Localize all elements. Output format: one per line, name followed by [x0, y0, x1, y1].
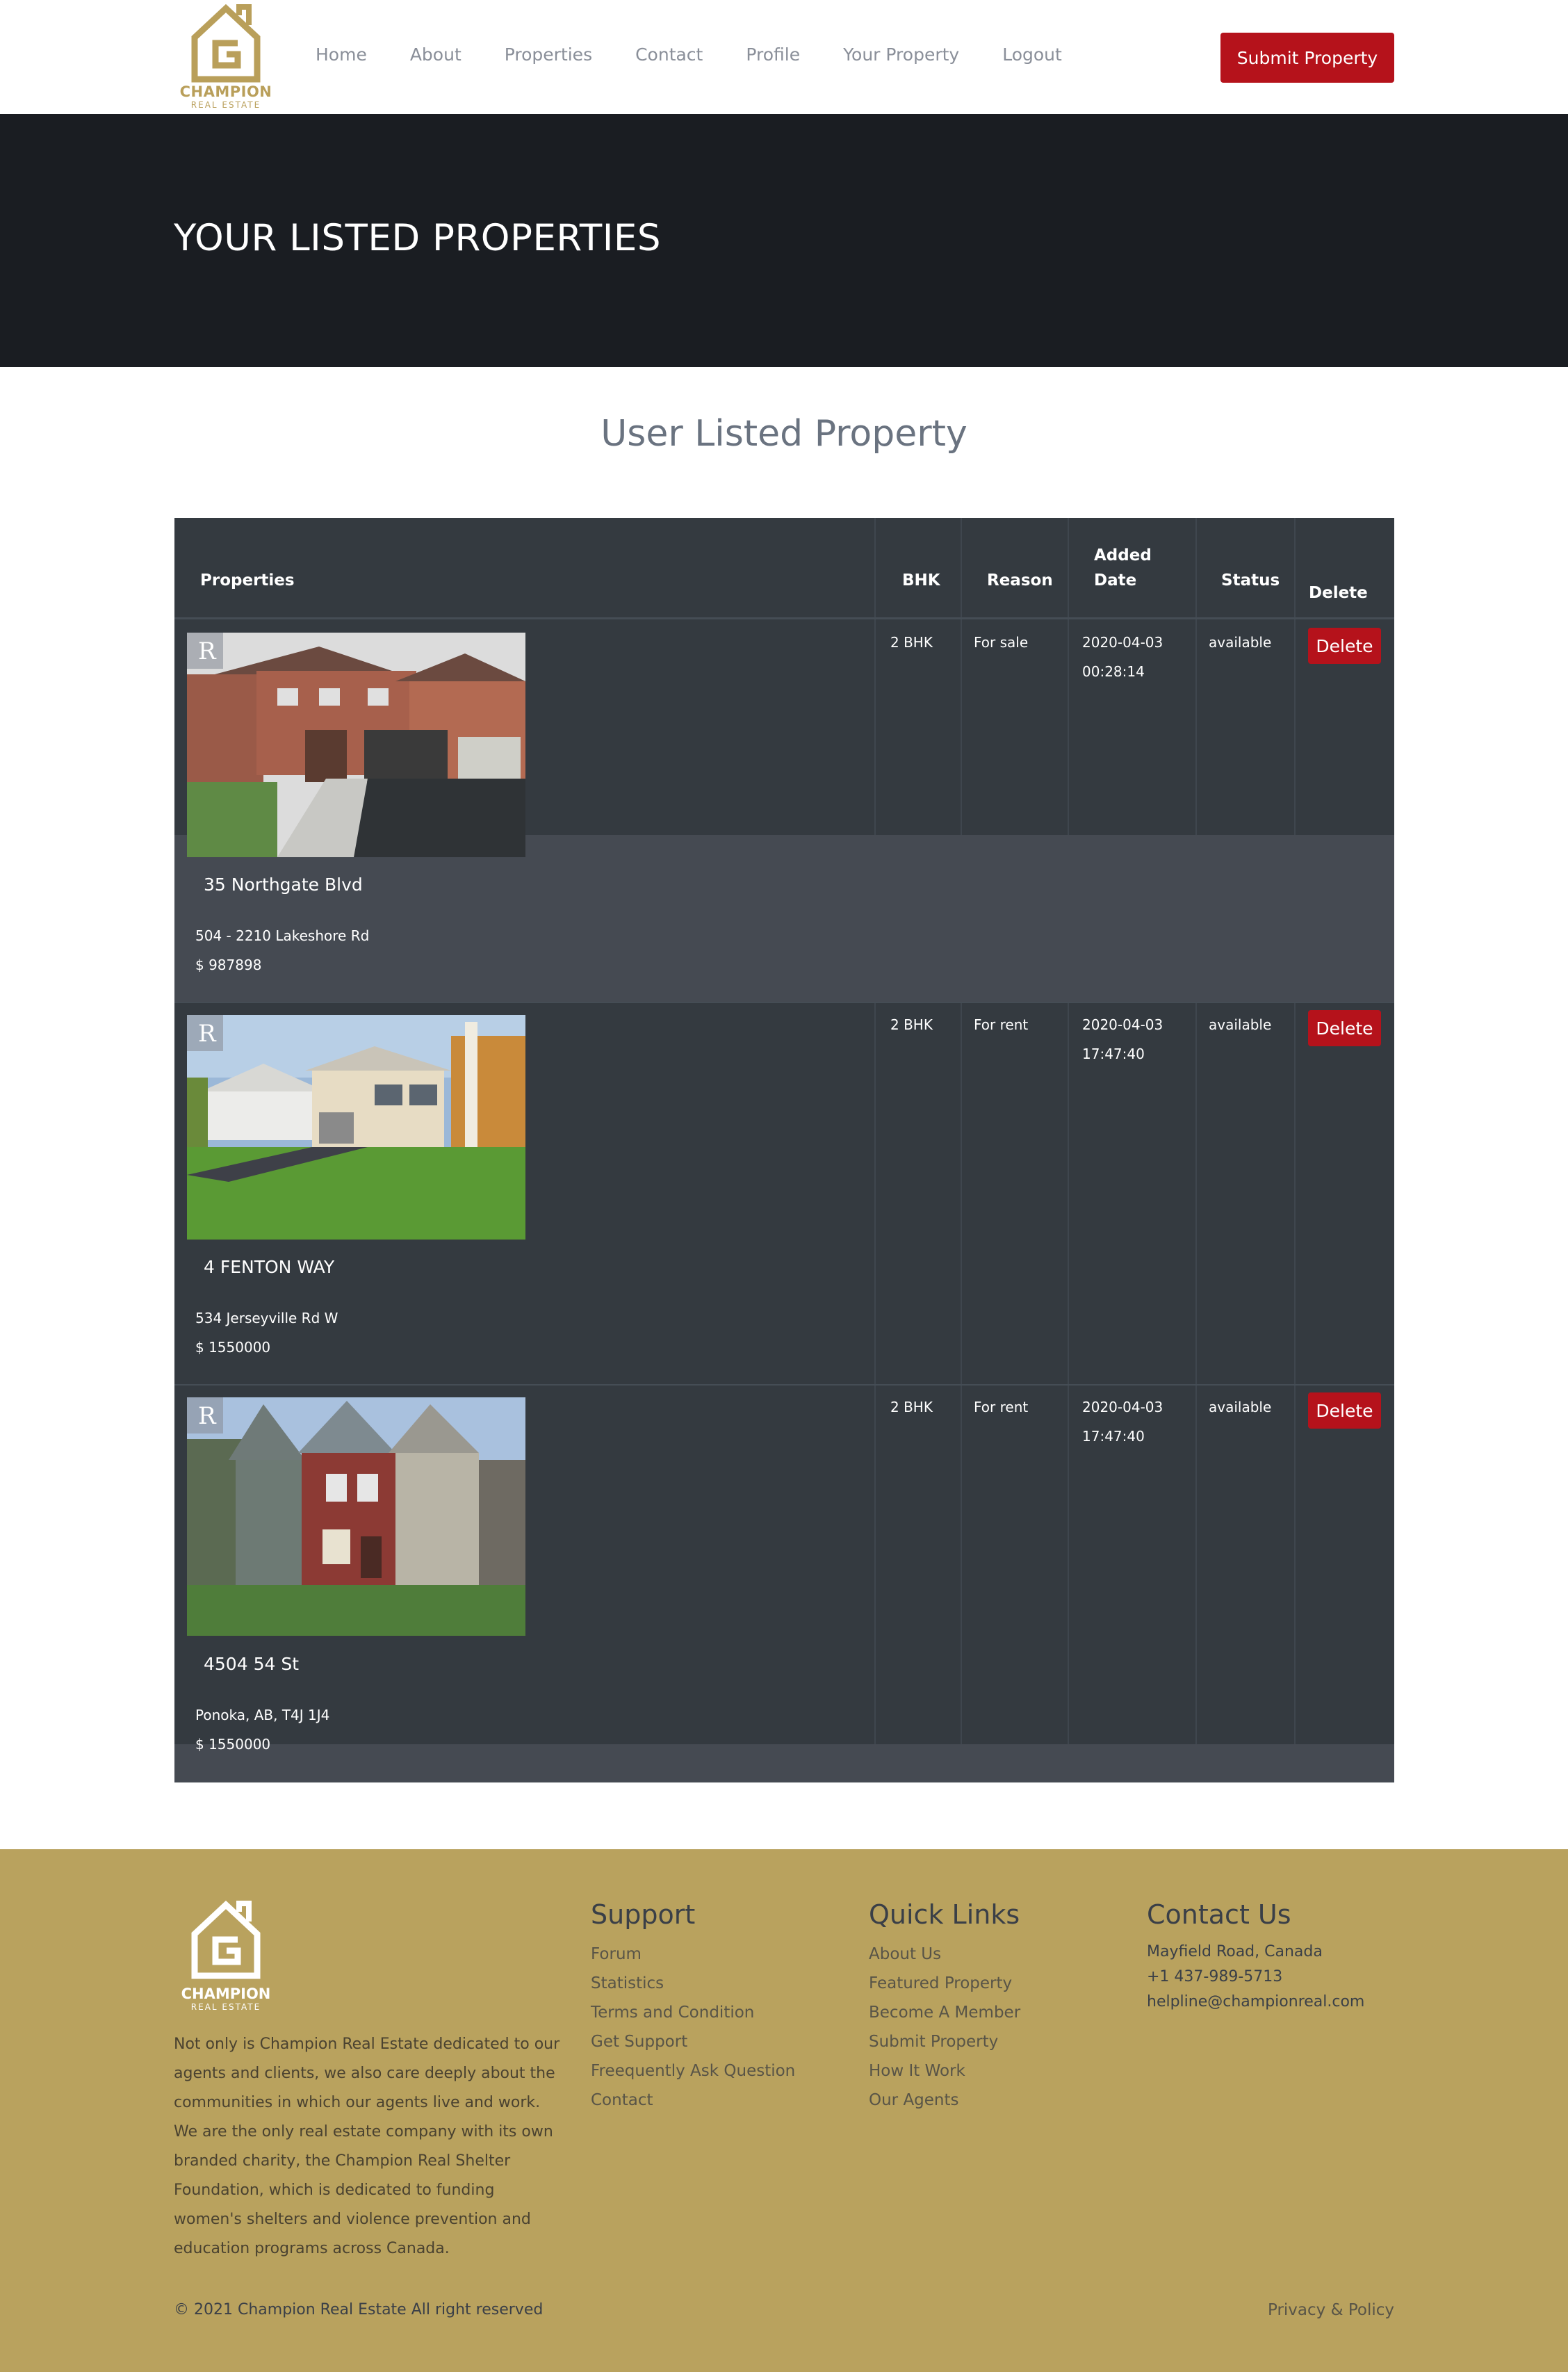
footer-link-faq[interactable]: Freequently Ask Question [591, 2056, 795, 2086]
navbar: CHAMPION REAL ESTATE Home About Properti… [0, 0, 1568, 114]
row-stripe [174, 1744, 1394, 1782]
hero-banner: YOUR LISTED PROPERTIES [0, 114, 1568, 367]
footer-contact-title: Contact Us [1147, 1899, 1291, 1930]
nav-home[interactable]: Home [316, 44, 367, 65]
header-reason: Reason [987, 571, 1053, 590]
property-photo[interactable]: R [187, 633, 525, 857]
property-time: 17:47:40 [1082, 1428, 1145, 1445]
table-header: Properties BHK Reason Added Date Status … [174, 518, 1394, 619]
brand-name: CHAMPION [179, 83, 272, 100]
footer-brand-subtitle: REAL ESTATE [190, 2002, 261, 2012]
page-title: YOUR LISTED PROPERTIES [174, 217, 662, 259]
property-address: 504 - 2210 Lakeshore Rd [195, 927, 370, 944]
table-row: R 4 FENTON WAY 534 Jerseyville Rd W $ 15… [174, 1002, 1394, 1384]
property-address: 534 Jerseyville Rd W [195, 1310, 338, 1326]
brand-logo[interactable]: CHAMPION REAL ESTATE [179, 3, 272, 111]
footer-link-agents[interactable]: Our Agents [869, 2086, 1020, 2115]
nav-logout[interactable]: Logout [1002, 44, 1062, 65]
property-photo[interactable]: R [187, 1397, 525, 1636]
footer-support: Support Forum Statistics Terms and Condi… [591, 1899, 795, 2115]
nav-contact[interactable]: Contact [635, 44, 703, 65]
property-price: $ 987898 [195, 957, 262, 973]
svg-text:R: R [198, 1020, 217, 1048]
nav-profile[interactable]: Profile [746, 44, 800, 65]
property-address: Ponoka, AB, T4J 1J4 [195, 1707, 330, 1723]
footer-quick-title: Quick Links [869, 1899, 1020, 1930]
property-status: available [1209, 634, 1272, 651]
header-bhk: BHK [902, 571, 940, 590]
footer-logo[interactable]: CHAMPION REAL ESTATE [179, 1899, 272, 2012]
property-name[interactable]: 35 Northgate Blvd [204, 875, 363, 895]
delete-button[interactable]: Delete [1308, 1392, 1381, 1429]
house-logo-icon [191, 1900, 261, 1979]
header-date: Date [1094, 571, 1137, 590]
footer-link-about-us[interactable]: About Us [869, 1940, 1020, 1969]
header-delete: Delete [1309, 584, 1368, 602]
house-logo-icon [191, 3, 261, 83]
footer-link-featured[interactable]: Featured Property [869, 1969, 1020, 1998]
footer-link-how[interactable]: How It Work [869, 2056, 1020, 2086]
footer-email[interactable]: helpline@championreal.com [1147, 1990, 1364, 2015]
footer-contact: Contact Us Mayfield Road, Canada +1 437-… [1147, 1899, 1364, 2015]
footer-link-statistics[interactable]: Statistics [591, 1969, 795, 1998]
footer-support-title: Support [591, 1899, 696, 1930]
footer-link-submit[interactable]: Submit Property [869, 2027, 1020, 2056]
footer-link-member[interactable]: Become A Member [869, 1998, 1020, 2027]
nav-your-property[interactable]: Your Property [843, 44, 959, 65]
property-photo[interactable]: R [187, 1015, 525, 1240]
copyright: © 2021 Champion Real Estate All right re… [174, 2301, 544, 2318]
svg-text:R: R [198, 637, 217, 665]
footer: CHAMPION REAL ESTATE Not only is Champio… [0, 1849, 1568, 2372]
nav-properties[interactable]: Properties [505, 44, 592, 65]
property-date: 2020-04-03 [1082, 634, 1163, 651]
property-price: $ 1550000 [195, 1339, 271, 1356]
property-name[interactable]: 4 FENTON WAY [204, 1257, 334, 1277]
delete-button[interactable]: Delete [1308, 1010, 1381, 1046]
table-row: R 35 Northgate Blvd 504 - 2210 Lakeshore… [174, 619, 1394, 1002]
property-reason: For rent [974, 1016, 1029, 1033]
property-status: available [1209, 1399, 1272, 1415]
nav-about[interactable]: About [410, 44, 462, 65]
property-time: 00:28:14 [1082, 663, 1145, 680]
footer-link-get-support[interactable]: Get Support [591, 2027, 795, 2056]
footer-phone[interactable]: +1 437-989-5713 [1147, 1965, 1364, 1990]
property-bhk: 2 BHK [890, 1016, 933, 1033]
table-row: R 4504 54 St Ponoka, AB, T4J 1J4 $ 15500… [174, 1384, 1394, 1782]
row-stripe [174, 835, 1394, 1002]
footer-about-text: Not only is Champion Real Estate dedicat… [174, 2036, 560, 2257]
footer-brand-name: CHAMPION [181, 1985, 271, 2002]
header-added: Added [1094, 546, 1152, 564]
privacy-policy-link[interactable]: Privacy & Policy [1268, 2301, 1394, 2319]
section-title: User Listed Property [601, 413, 967, 455]
footer-link-contact[interactable]: Contact [591, 2086, 795, 2115]
property-reason: For sale [974, 634, 1029, 651]
footer-quick-links: Quick Links About Us Featured Property B… [869, 1899, 1020, 2115]
property-price: $ 1550000 [195, 1736, 271, 1753]
footer-address: Mayfield Road, Canada [1147, 1943, 1323, 1960]
property-status: available [1209, 1016, 1272, 1033]
property-bhk: 2 BHK [890, 1399, 933, 1415]
property-time: 17:47:40 [1082, 1046, 1145, 1062]
delete-button[interactable]: Delete [1308, 628, 1381, 664]
svg-text:R: R [198, 1402, 217, 1430]
footer-link-forum[interactable]: Forum [591, 1940, 795, 1969]
property-date: 2020-04-03 [1082, 1399, 1163, 1415]
footer-link-terms[interactable]: Terms and Condition [591, 1998, 795, 2027]
property-table: Properties BHK Reason Added Date Status … [174, 518, 1394, 1782]
header-properties: Properties [200, 571, 295, 590]
brand-subtitle: REAL ESTATE [190, 100, 261, 110]
property-reason: For rent [974, 1399, 1029, 1415]
property-name[interactable]: 4504 54 St [204, 1654, 299, 1674]
property-bhk: 2 BHK [890, 634, 933, 651]
property-date: 2020-04-03 [1082, 1016, 1163, 1033]
submit-property-button[interactable]: Submit Property [1220, 33, 1394, 83]
header-status: Status [1221, 571, 1280, 590]
main-nav: Home About Properties Contact Profile Yo… [316, 44, 1105, 65]
